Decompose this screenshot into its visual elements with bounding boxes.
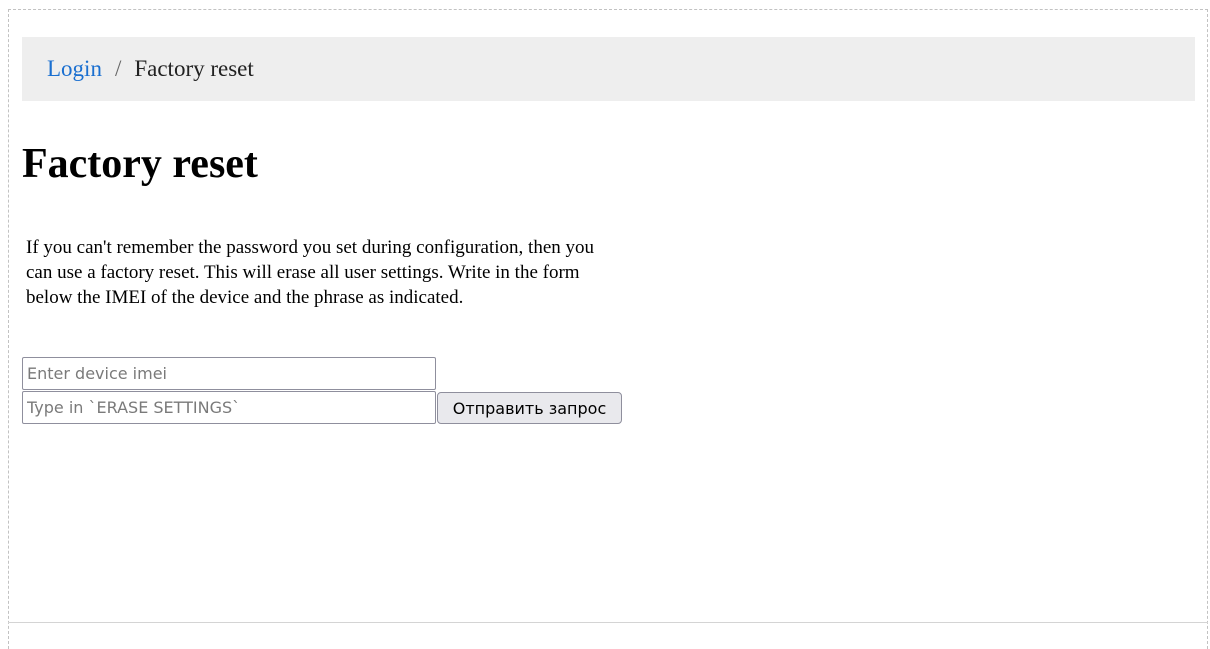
factory-reset-description: If you can't remember the password you s… — [26, 237, 594, 308]
breadcrumb-current: Factory reset — [134, 56, 254, 81]
breadcrumb: Login / Factory reset — [22, 37, 1195, 101]
breadcrumb-separator: / — [114, 56, 122, 81]
page-title: Factory reset — [22, 141, 258, 187]
footer-divider — [8, 622, 1208, 623]
breadcrumb-login-link[interactable]: Login — [47, 56, 102, 82]
erase-phrase-input[interactable] — [22, 391, 436, 424]
imei-input[interactable] — [22, 357, 436, 390]
page-frame — [8, 9, 1208, 649]
submit-request-button[interactable]: Отправить запрос — [437, 392, 622, 424]
